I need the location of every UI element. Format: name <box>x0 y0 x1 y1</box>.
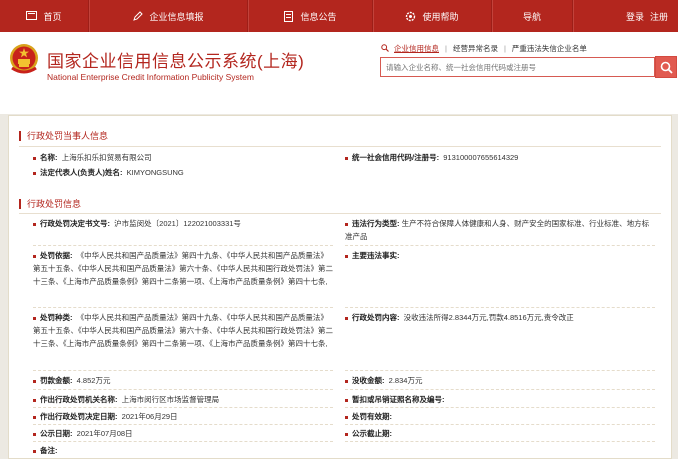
nav-enterprise-report[interactable]: 企业信息填报 <box>89 0 247 32</box>
home-icon <box>26 11 38 22</box>
penalty-confiscate-row: 没收金额: 2.834万元 <box>345 374 422 387</box>
penalty-pub-end-row: 公示截止期: <box>345 427 392 440</box>
penalty-doc-row: 行政处罚决定书文号: 沪市监闵处〔2021〕122021003331号 <box>33 217 333 230</box>
penalty-violation-row: 违法行为类型: 生产不符合保障人体健康和人身、财产安全的国家标准、行业标准、地方… <box>345 219 650 241</box>
penalty-date-row: 作出行政处罚决定日期: 2021年06月29日 <box>33 410 178 423</box>
nav-navigation[interactable]: 导航 <box>492 0 572 32</box>
gear-icon <box>405 11 416 22</box>
link-abnormal-list[interactable]: 经营异常名录 <box>453 43 498 54</box>
nav-announcements[interactable]: 信息公告 <box>248 0 372 32</box>
party-name-row: 名称: 上海乐扣乐扣贸易有限公司 <box>33 151 152 164</box>
penalty-pub-row: 公示日期: 2021年07月08日 <box>33 427 133 440</box>
penalty-fine-row: 罚款金额: 4.852万元 <box>33 374 110 387</box>
magnifier-icon <box>660 61 673 74</box>
party-code-row: 统一社会信用代码/注册号: 913100007655614329 <box>345 151 518 164</box>
pencil-icon <box>132 11 143 22</box>
search-icon <box>381 43 389 54</box>
penalty-facts-row: 主要违法事实: <box>345 249 650 262</box>
national-emblem-icon <box>8 42 40 76</box>
penalty-content-row: 行政处罚内容: 没收违法所得2.8344万元,罚款4.8516万元,责令改正 <box>345 311 650 324</box>
penalty-org-row: 作出行政处罚机关名称: 上海市闵行区市场监督管理局 <box>33 393 219 406</box>
site-title: 国家企业信用信息公示系统(上海) <box>47 52 305 71</box>
search-button[interactable] <box>655 56 677 78</box>
detail-panel: 行政处罚当事人信息 名称: 上海乐扣乐扣贸易有限公司 统一社会信用代码/注册号:… <box>8 115 672 459</box>
party-rep-row: 法定代表人(负责人)姓名: KIMYONGSUNG <box>33 166 184 179</box>
register-link[interactable]: 注册 <box>650 10 668 23</box>
penalty-kind-row: 处罚种类: 《中华人民共和国产品质量法》第四十九条、《中华人民共和国产品质量法》… <box>33 313 333 348</box>
search-type-links: 企业信用信息 | 经营异常名录 | 严重违法失信企业名单 <box>381 43 593 54</box>
login-link[interactable]: 登录 <box>626 10 644 23</box>
document-icon <box>283 10 294 22</box>
link-enterprise-credit[interactable]: 企业信用信息 <box>394 43 439 54</box>
site-header: 国家企业信用信息公示系统(上海) National Enterprise Cre… <box>0 32 678 114</box>
party-section-title: 行政处罚当事人信息 <box>19 129 108 142</box>
site-subtitle: National Enterprise Credit Information P… <box>47 72 254 82</box>
penalty-basis-row: 处罚依据: 《中华人民共和国产品质量法》第四十九条、《中华人民共和国产品质量法》… <box>33 251 333 286</box>
penalty-revoke-row: 暂扣或吊销证照名称及编号: <box>345 393 445 406</box>
penalty-section-title: 行政处罚信息 <box>19 197 81 210</box>
nav-home[interactable]: 首页 <box>0 0 88 32</box>
top-nav: 首页 企业信息填报 信息公告 使用帮助 导航 登录 注册 <box>0 0 678 32</box>
penalty-valid-row: 处罚有效期: <box>345 410 392 423</box>
link-dishonest-list[interactable]: 严重违法失信企业名单 <box>512 43 587 54</box>
nav-help[interactable]: 使用帮助 <box>373 0 491 32</box>
search-input[interactable] <box>380 57 655 77</box>
penalty-remark-row: 备注: <box>33 444 58 457</box>
